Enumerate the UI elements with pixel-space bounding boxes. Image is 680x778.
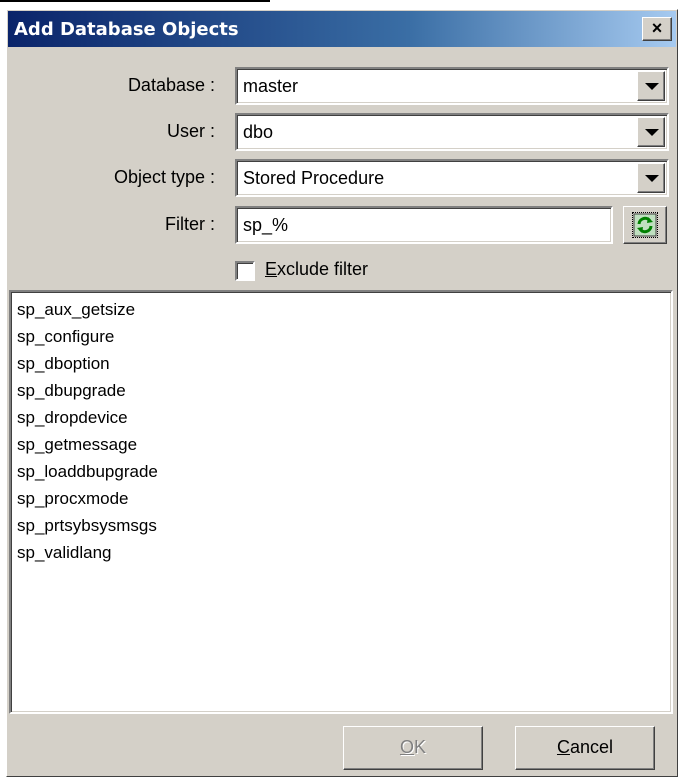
user-label: User : xyxy=(166,121,215,141)
refresh-icon xyxy=(632,212,658,238)
exclude-filter-label[interactable]: Exclude filter xyxy=(265,259,368,280)
object-type-dropdown-button[interactable] xyxy=(637,163,665,193)
list-item[interactable]: sp_prtsybsysmsgs xyxy=(17,516,157,536)
dialog-title: Add Database Objects xyxy=(14,19,239,40)
user-value: dbo xyxy=(243,122,274,142)
filter-value: sp_% xyxy=(243,215,289,235)
database-label: Database : xyxy=(127,75,215,95)
list-item[interactable]: sp_validlang xyxy=(17,543,112,563)
user-dropdown-button[interactable] xyxy=(637,117,665,147)
database-value: master xyxy=(243,76,299,96)
list-item[interactable]: sp_dbupgrade xyxy=(17,381,126,401)
chevron-down-icon xyxy=(645,83,659,90)
cancel-button[interactable]: Cancel xyxy=(515,726,655,770)
list-item[interactable]: sp_loaddbupgrade xyxy=(17,462,158,482)
background-window-edge xyxy=(0,0,270,2)
chevron-down-icon xyxy=(645,175,659,182)
list-item[interactable]: sp_dboption xyxy=(17,354,110,374)
chevron-down-icon xyxy=(645,129,659,136)
database-combo[interactable]: master xyxy=(235,67,669,105)
title-bar[interactable]: Add Database Objects × xyxy=(8,11,676,47)
user-combo[interactable]: dbo xyxy=(235,113,669,151)
filter-label: Filter : xyxy=(164,214,215,234)
list-item[interactable]: sp_procxmode xyxy=(17,489,129,509)
exclude-filter-checkbox[interactable] xyxy=(235,261,255,281)
list-item[interactable]: sp_getmessage xyxy=(17,435,137,455)
ok-button[interactable]: OK xyxy=(343,726,483,770)
list-item[interactable]: sp_aux_getsize xyxy=(17,300,135,320)
filter-input[interactable]: sp_% xyxy=(235,206,613,244)
object-type-combo[interactable]: Stored Procedure xyxy=(235,159,669,197)
close-icon: × xyxy=(651,18,663,38)
close-button[interactable]: × xyxy=(642,17,672,41)
database-dropdown-button[interactable] xyxy=(637,71,665,101)
refresh-button[interactable] xyxy=(623,206,667,244)
objects-list[interactable]: sp_aux_getsize sp_configure sp_dboption sp_… xyxy=(9,290,673,714)
add-database-objects-dialog: Add Database Objects × Database : master… xyxy=(6,9,678,777)
list-item[interactable]: sp_dropdevice xyxy=(17,408,128,428)
list-item[interactable]: sp_configure xyxy=(17,327,114,347)
object-type-value: Stored Procedure xyxy=(243,168,385,188)
object-type-label: Object type : xyxy=(113,167,215,187)
